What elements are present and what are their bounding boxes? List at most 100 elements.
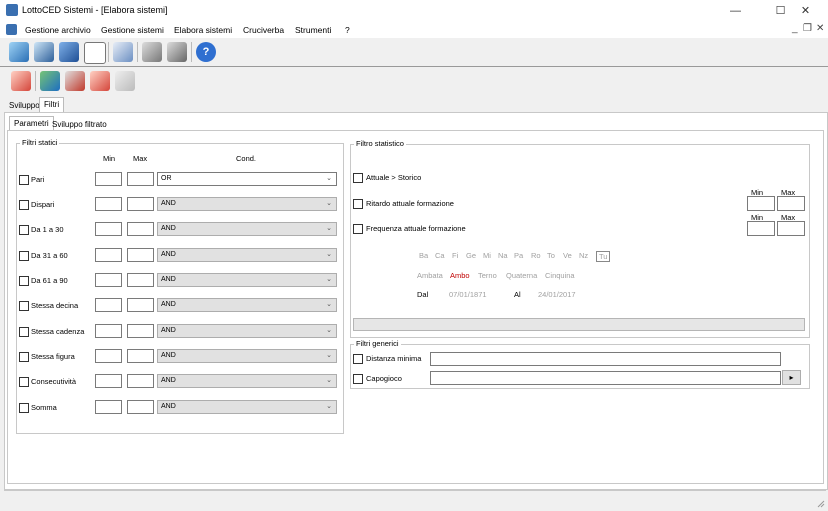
static-row-max-input[interactable]	[127, 374, 154, 388]
ruota-ve: Ve	[563, 251, 572, 260]
static-row-checkbox[interactable]	[19, 251, 29, 261]
static-row-min-input[interactable]	[95, 172, 122, 186]
menu-gestione-archivio[interactable]: Gestione archivio	[25, 25, 91, 35]
document-icon[interactable]	[113, 42, 133, 62]
static-row-max-input[interactable]	[127, 324, 154, 338]
menu-elabora-sistemi[interactable]: Elabora sistemi	[174, 25, 232, 35]
help-icon[interactable]: ?	[196, 42, 216, 62]
sorte-cinquina: Cinquina	[545, 271, 575, 280]
static-row-checkbox[interactable]	[19, 225, 29, 235]
grid-icon[interactable]	[84, 42, 106, 64]
chevron-down-icon: ⌄	[326, 352, 332, 359]
static-row-label: Da 31 a 60	[31, 251, 68, 260]
menu-cruciverba[interactable]: Cruciverba	[243, 25, 284, 35]
static-row-cond-value: AND	[161, 327, 176, 334]
printer-icon[interactable]	[142, 42, 162, 62]
static-row-cond-value: AND	[161, 276, 176, 283]
ritardo-min-input[interactable]	[747, 196, 775, 211]
clear-icon[interactable]	[11, 71, 31, 91]
sorte-quaterna: Quaterna	[506, 271, 538, 280]
window-icon[interactable]	[59, 42, 79, 62]
static-row-min-input[interactable]	[95, 298, 122, 312]
frequenza-min-input[interactable]	[747, 221, 775, 236]
static-row-label: Somma	[31, 403, 57, 412]
static-row-min-input[interactable]	[95, 349, 122, 363]
tab-parametri[interactable]: Parametri	[9, 116, 54, 131]
mdi-minimize-button[interactable]: _	[792, 23, 798, 34]
static-row-max-input[interactable]	[127, 400, 154, 414]
attuale-storico-checkbox[interactable]	[353, 173, 363, 183]
static-row-cond-select[interactable]: AND ⌄	[157, 298, 337, 312]
static-row-min-input[interactable]	[95, 197, 122, 211]
ritardo-max-input[interactable]	[777, 196, 805, 211]
static-row-min-input[interactable]	[95, 222, 122, 236]
close-button[interactable]: ✕	[783, 0, 828, 22]
ruota-ge: Ge	[466, 251, 477, 260]
static-row-min-input[interactable]	[95, 324, 122, 338]
static-row-cond-select[interactable]: AND ⌄	[157, 248, 337, 262]
frequenza-max-input[interactable]	[777, 221, 805, 236]
static-row-cond-select[interactable]: AND ⌄	[157, 400, 337, 414]
frequenza-attuale-checkbox[interactable]	[353, 224, 363, 234]
mdi-close-button[interactable]: ✕	[816, 23, 824, 34]
run-icon[interactable]	[40, 71, 60, 91]
menu-help[interactable]: ?	[345, 25, 350, 35]
mdi-child-icon[interactable]	[6, 24, 17, 35]
stop-icon[interactable]	[65, 71, 85, 91]
static-row-max-input[interactable]	[127, 197, 154, 211]
window-title: LottoCED Sistemi - [Elabora sistemi]	[22, 5, 168, 15]
static-row-label: Pari	[31, 175, 45, 184]
distanza-minima-input[interactable]	[430, 352, 781, 366]
filtri-generici-label: Filtri generici	[354, 339, 401, 348]
static-row-cond-select[interactable]: AND ⌄	[157, 349, 337, 363]
static-row-cond-select[interactable]: AND ⌄	[157, 273, 337, 287]
reset-icon[interactable]	[90, 71, 110, 91]
static-row-max-input[interactable]	[127, 349, 154, 363]
distanza-minima-checkbox[interactable]	[353, 354, 363, 364]
mdi-restore-button[interactable]: ❐	[803, 23, 812, 34]
static-row-checkbox[interactable]	[19, 301, 29, 311]
chevron-down-icon: ⌄	[326, 403, 332, 410]
static-row-max-input[interactable]	[127, 222, 154, 236]
menu-gestione-sistemi[interactable]: Gestione sistemi	[101, 25, 164, 35]
static-row-min-input[interactable]	[95, 273, 122, 287]
capogioco-input[interactable]	[430, 371, 781, 385]
status-bar-divider	[4, 490, 826, 491]
static-row-cond-select[interactable]: OR ⌄	[157, 172, 337, 186]
tab-filtri[interactable]: Filtri	[39, 97, 65, 112]
static-row-min-input[interactable]	[95, 248, 122, 262]
static-row-checkbox[interactable]	[19, 200, 29, 210]
static-row-max-input[interactable]	[127, 298, 154, 312]
capogioco-browse-button[interactable]: ▸	[782, 370, 801, 385]
ritardo-attuale-checkbox[interactable]	[353, 199, 363, 209]
static-row-cond-value: OR	[161, 175, 172, 182]
static-row-checkbox[interactable]	[19, 352, 29, 362]
static-row-cond-value: AND	[161, 225, 176, 232]
static-row-cond-select[interactable]: AND ⌄	[157, 197, 337, 211]
print-preview-icon[interactable]	[167, 42, 187, 62]
tab-sviluppo[interactable]: Sviluppo	[5, 99, 44, 113]
capogioco-checkbox[interactable]	[353, 374, 363, 384]
static-row-checkbox[interactable]	[19, 175, 29, 185]
menu-strumenti[interactable]: Strumenti	[295, 25, 331, 35]
update-icon[interactable]	[34, 42, 54, 62]
static-row-cond-select[interactable]: AND ⌄	[157, 374, 337, 388]
filtri-statici-group	[16, 143, 344, 434]
static-row-max-input[interactable]	[127, 248, 154, 262]
static-row-checkbox[interactable]	[19, 403, 29, 413]
static-row-max-input[interactable]	[127, 172, 154, 186]
minimize-button[interactable]: —	[713, 0, 758, 22]
static-row-max-input[interactable]	[127, 273, 154, 287]
static-row-label: Da 61 a 90	[31, 276, 68, 285]
static-row-cond-select[interactable]: AND ⌄	[157, 324, 337, 338]
resize-grip[interactable]	[817, 500, 825, 508]
static-row-checkbox[interactable]	[19, 377, 29, 387]
dal-date: 07/01/1871	[449, 290, 487, 299]
static-row-min-input[interactable]	[95, 374, 122, 388]
static-row-checkbox[interactable]	[19, 276, 29, 286]
static-row-min-input[interactable]	[95, 400, 122, 414]
archive-icon[interactable]	[9, 42, 29, 62]
static-row-checkbox[interactable]	[19, 327, 29, 337]
static-row-cond-select[interactable]: AND ⌄	[157, 222, 337, 236]
sorte-ambo: Ambo	[450, 271, 470, 280]
